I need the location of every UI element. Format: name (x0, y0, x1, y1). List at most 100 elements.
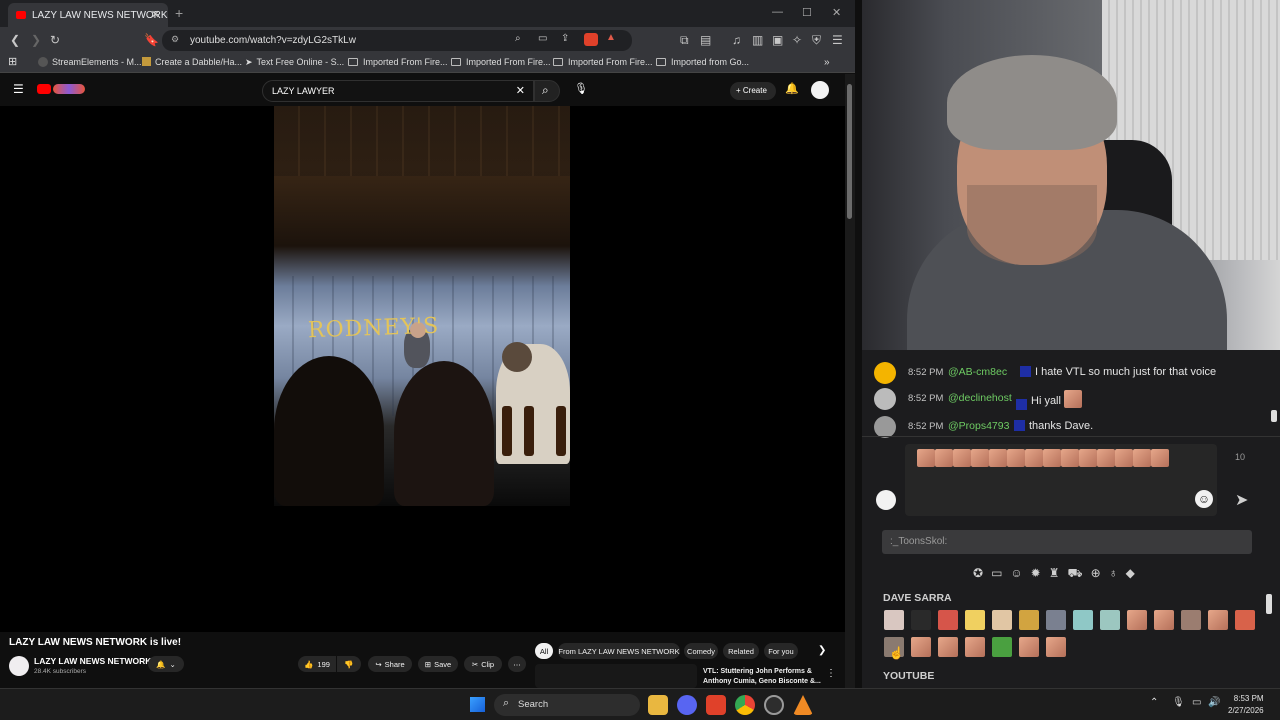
brave-rewards-icon[interactable]: ▲ (606, 32, 616, 43)
video-player[interactable]: RODNEY'S (0, 106, 845, 632)
microphone-icon[interactable]: 🎙 (1172, 697, 1185, 708)
sidebar-icon[interactable]: ▥ (752, 33, 763, 47)
leo-ai-icon[interactable]: ✧ (792, 33, 802, 47)
wallet-icon[interactable]: ▣ (772, 33, 783, 47)
chip-for-you[interactable]: For you (764, 643, 798, 659)
discord-icon[interactable] (677, 695, 697, 715)
maximize-icon[interactable]: ☐ (802, 6, 812, 19)
emote-icon[interactable] (1019, 637, 1039, 657)
menu-icon[interactable]: ☰ (832, 33, 843, 47)
chip-all[interactable]: All (535, 643, 553, 659)
bookmark-item[interactable]: StreamElements - M... (38, 57, 142, 67)
emote-icon[interactable] (1235, 610, 1255, 630)
chip-channel[interactable]: From LAZY LAW NEWS NETWORK (558, 643, 680, 659)
emote-icon[interactable] (1019, 610, 1039, 630)
chat-message-input[interactable]: 10 ☺ (905, 444, 1245, 516)
like-button[interactable]: 👍 199 (298, 656, 336, 672)
windows-start-icon[interactable] (470, 697, 485, 712)
reading-list-icon[interactable]: ▤ (700, 33, 711, 47)
obs-icon[interactable] (764, 695, 784, 715)
scrollbar-thumb[interactable] (847, 84, 852, 219)
clear-search-icon[interactable]: ✕ (516, 84, 525, 97)
share-page-icon[interactable]: ⇪ (561, 33, 569, 44)
emote-icon[interactable] (992, 637, 1012, 657)
volume-icon[interactable]: 🔊 (1208, 697, 1220, 708)
doodle-logo-icon[interactable] (53, 84, 85, 94)
emote-icon[interactable] (1208, 610, 1228, 630)
system-clock[interactable]: 8:53 PM 2/27/2026 (1228, 693, 1264, 717)
chevron-right-icon[interactable]: ❯ (818, 645, 826, 656)
reload-icon[interactable]: ↻ (50, 33, 60, 47)
bookmark-folder[interactable]: Imported From Fire... (348, 57, 448, 67)
more-bookmarks-icon[interactable]: » (824, 57, 830, 68)
emote-icon[interactable] (1046, 610, 1066, 630)
emote-icon[interactable] (938, 610, 958, 630)
emote-icon[interactable] (965, 637, 985, 657)
apps-grid-icon[interactable]: ⊞ (8, 55, 17, 68)
bookmark-item[interactable]: Create a Dabble/Ha... (142, 57, 242, 67)
search-input[interactable]: LAZY LAWYER ✕ (262, 80, 534, 102)
ball-icon[interactable]: ⊕ (1091, 566, 1109, 580)
account-avatar[interactable] (811, 81, 829, 99)
emote-icon[interactable] (1073, 610, 1093, 630)
message-user[interactable]: @declinehost (948, 392, 1012, 404)
cake-icon[interactable]: ♜ (1049, 566, 1068, 580)
star-icon[interactable]: ✪ (973, 566, 991, 580)
search-button[interactable]: ⌕ (534, 80, 560, 102)
bookmark-folder[interactable]: Imported From Fire... (451, 57, 551, 67)
emote-icon[interactable] (884, 610, 904, 630)
cast-icon[interactable]: ▭ (538, 33, 547, 44)
bookmark-item[interactable]: ➤ Text Free Online - S... (245, 57, 344, 68)
save-button[interactable]: ⊞ Save (418, 656, 458, 672)
channel-avatar[interactable] (9, 656, 29, 676)
clip-button[interactable]: ✂ Clip (464, 656, 502, 672)
close-window-icon[interactable]: ✕ (832, 6, 841, 19)
share-button[interactable]: ↪ Share (368, 656, 412, 672)
chat-avatar[interactable] (876, 490, 896, 510)
tab-youtube[interactable]: LAZY LAW NEWS NETWORK ✕ (8, 3, 168, 27)
user-avatar[interactable] (874, 362, 896, 384)
back-icon[interactable]: ❮ (10, 33, 20, 47)
youtube-logo-icon[interactable] (37, 84, 51, 94)
address-bar[interactable]: ⚙ youtube.com/watch?v=zdyLG2sTkLw ⌕ ▭ ⇪ … (162, 30, 632, 51)
emoji-picker-icon[interactable]: ☺ (1195, 490, 1213, 508)
bookmark-folder[interactable]: Imported from Go... (656, 57, 749, 67)
smiley-icon[interactable]: ☺ (1010, 566, 1030, 580)
emote-icon[interactable] (938, 637, 958, 657)
brave-icon[interactable] (706, 695, 726, 715)
gear-icon[interactable]: ✹ (1031, 566, 1049, 580)
voice-search-icon[interactable]: 🎙 (574, 82, 588, 95)
chat-scroll-thumb[interactable] (1271, 410, 1277, 422)
dislike-button[interactable]: 👎 (337, 656, 361, 672)
emote-icon[interactable] (911, 610, 931, 630)
emote-icon[interactable] (965, 610, 985, 630)
taskbar-search[interactable]: ⌕ Search (494, 694, 640, 716)
user-avatar[interactable] (874, 416, 896, 438)
emote-icon[interactable] (992, 610, 1012, 630)
search-icon[interactable]: ⌕ (515, 33, 521, 44)
tray-chevron-icon[interactable]: ⌃ (1150, 697, 1158, 708)
bulb-icon[interactable]: ♁ (1109, 566, 1126, 580)
create-button[interactable]: + Create (730, 82, 776, 100)
forward-icon[interactable]: ❯ (31, 33, 41, 47)
minimize-icon[interactable]: — (772, 6, 783, 18)
site-info-icon[interactable]: ⚙ (171, 34, 179, 45)
recommended-thumbnail[interactable] (535, 664, 697, 688)
user-avatar[interactable] (874, 388, 896, 410)
hamburger-menu-icon[interactable]: ☰ (13, 82, 24, 96)
message-user[interactable]: @Props4793 (948, 420, 1009, 432)
brave-shield-icon[interactable] (584, 33, 598, 46)
file-explorer-icon[interactable] (648, 695, 668, 715)
emote-scroll-thumb[interactable] (1266, 594, 1272, 614)
emote-icon[interactable] (911, 637, 931, 657)
emote-icon[interactable] (1181, 610, 1201, 630)
notification-settings-button[interactable]: 🔔 ⌄ (148, 656, 184, 672)
display-icon[interactable]: ▭ (1192, 697, 1201, 708)
bookmark-folder[interactable]: Imported From Fire... (553, 57, 653, 67)
chip-related[interactable]: Related (723, 643, 759, 659)
diamond-icon[interactable]: ◆ (1126, 566, 1143, 580)
recommended-title[interactable]: VTL: Stuttering John Performs & Anthony … (703, 667, 821, 687)
emote-icon[interactable] (1100, 610, 1120, 630)
media-icon[interactable]: ♫ (732, 33, 741, 47)
youtube-category-icon[interactable]: ▭ (991, 566, 1010, 580)
